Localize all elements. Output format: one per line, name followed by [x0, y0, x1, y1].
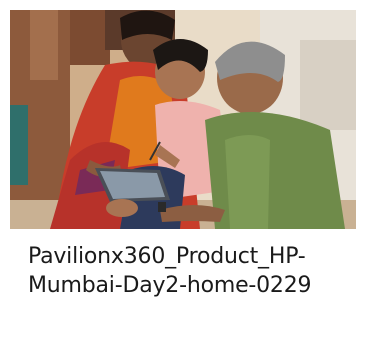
- asset-thumbnail-image[interactable]: [10, 10, 356, 229]
- asset-card[interactable]: Pavilionx360_Product_HP- Mumbai-Day2-hom…: [0, 0, 366, 353]
- asset-title-line-1: Pavilionx360_Product_HP-: [28, 244, 306, 269]
- asset-title-line-2: Mumbai-Day2-home-0229: [28, 273, 312, 298]
- asset-title[interactable]: Pavilionx360_Product_HP- Mumbai-Day2-hom…: [28, 242, 348, 300]
- photo-illustration: [10, 10, 356, 229]
